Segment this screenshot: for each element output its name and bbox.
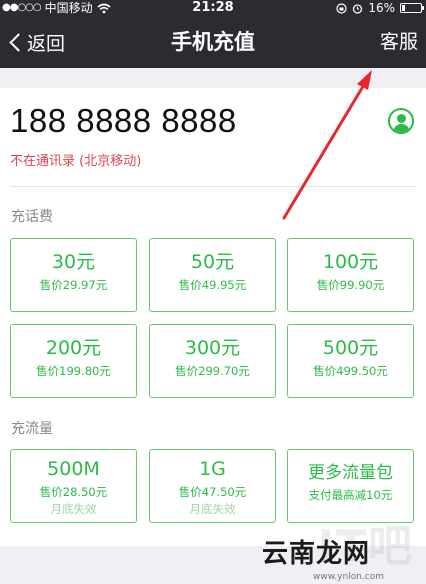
recharge-price: 售价29.97元 <box>39 278 108 292</box>
battery-level <box>402 5 405 11</box>
data-option-500m[interactable]: 500M 售价28.50元 月底失效 <box>10 449 137 523</box>
data-option-1g[interactable]: 1G 售价47.50元 月底失效 <box>149 449 276 523</box>
contact-head-shape <box>397 114 406 123</box>
data-price: 售价47.50元 <box>178 485 247 499</box>
recharge-amount: 200元 <box>45 337 102 359</box>
recharge-option-100[interactable]: 100元 售价99.90元 <box>287 238 414 312</box>
nav-bar: 返回 手机充值 客服 <box>0 16 426 68</box>
recharge-amount: 30元 <box>51 251 96 273</box>
carrier-info: 不在通讯录 (北京移动) <box>10 154 142 169</box>
recharge-price: 售价199.80元 <box>36 364 111 378</box>
recharge-option-50[interactable]: 50元 售价49.95元 <box>149 238 276 312</box>
recharge-option-200[interactable]: 200元 售价199.80元 <box>10 324 137 398</box>
recharge-price: 售价49.95元 <box>178 278 247 292</box>
rotation-lock-icon <box>336 2 347 14</box>
watermark-url: www.ynlon.com <box>313 572 384 582</box>
page-title: 手机充值 <box>171 30 255 54</box>
recharge-price: 售价499.50元 <box>313 364 388 378</box>
recharge-option-500[interactable]: 500元 售价499.50元 <box>287 324 414 398</box>
section-label-data: 充流量 <box>11 421 53 437</box>
data-amount: 500M <box>47 458 100 480</box>
phone-number-input[interactable]: 188 8888 8888 <box>10 102 237 140</box>
recharge-amount: 300元 <box>184 337 241 359</box>
alarm-icon <box>353 3 363 14</box>
recharge-price: 售价299.70元 <box>175 364 250 378</box>
divider <box>10 186 416 187</box>
contacts-icon[interactable] <box>388 108 414 134</box>
data-expiry-note: 月底失效 <box>50 502 97 516</box>
data-amount: 1G <box>199 458 226 480</box>
recharge-amount: 500元 <box>322 337 379 359</box>
data-price: 售价28.50元 <box>39 485 108 499</box>
recharge-option-30[interactable]: 30元 售价29.97元 <box>10 238 137 312</box>
more-data-subtitle: 支付最高减10元 <box>308 488 393 502</box>
recharge-amount: 100元 <box>322 251 379 273</box>
contact-body-shape <box>393 124 410 132</box>
recharge-amount: 50元 <box>190 251 235 273</box>
data-expiry-note: 月底失效 <box>189 502 236 516</box>
watermark-logo: 云南龙网 <box>261 539 370 569</box>
battery-percent: 16% <box>368 1 395 15</box>
status-right: 16% <box>336 0 424 16</box>
more-data-title: 更多流量包 <box>308 463 393 483</box>
recharge-price: 售价99.90元 <box>316 278 385 292</box>
battery-icon <box>400 3 424 13</box>
status-bar: ●●○○○ 中国移动 21:28 16% <box>0 0 426 16</box>
recharge-option-300[interactable]: 300元 售价299.70元 <box>149 324 276 398</box>
customer-service-button[interactable]: 客服 <box>380 16 418 68</box>
section-label-recharge: 充话费 <box>11 209 53 225</box>
recharge-card: 188 8888 8888 不在通讯录 (北京移动) 充话费 30元 售价29.… <box>0 88 426 546</box>
